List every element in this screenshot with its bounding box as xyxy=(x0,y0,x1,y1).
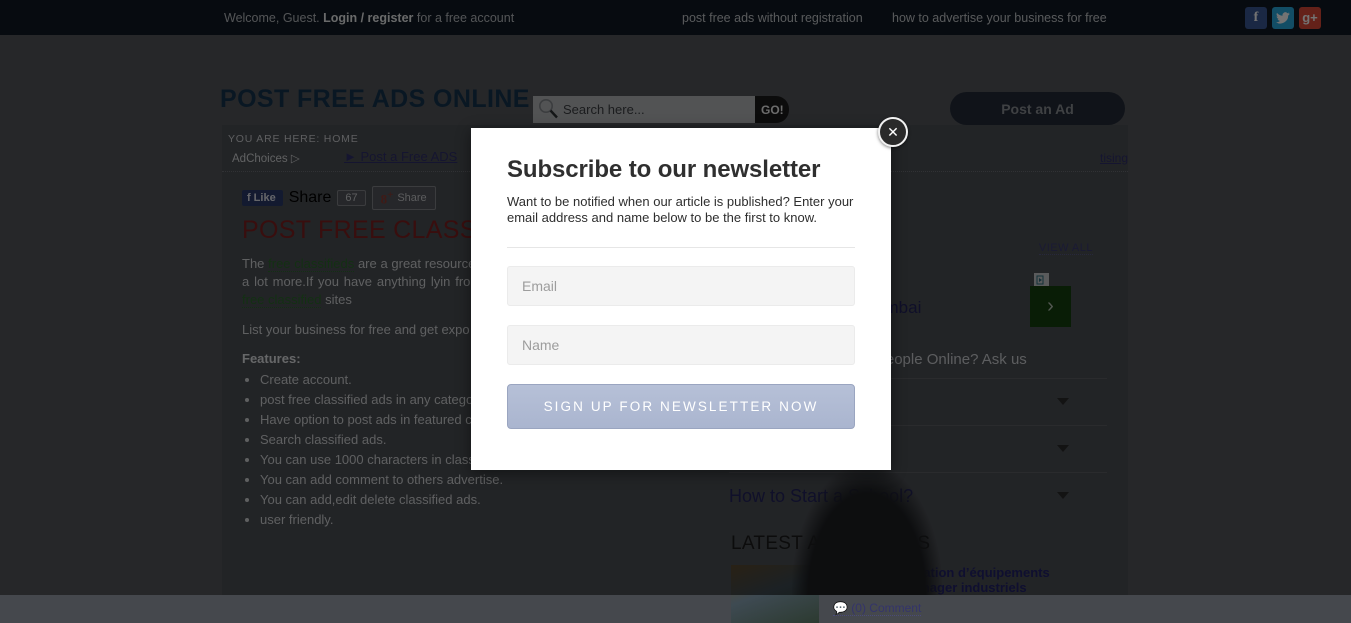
newsletter-heading: Subscribe to our newsletter xyxy=(507,156,821,183)
newsletter-modal-body: Subscribe to our newsletter Want to be n… xyxy=(471,128,891,429)
page-root: Welcome, Guest. Login / register for a f… xyxy=(0,0,1351,623)
email-field[interactable] xyxy=(507,266,855,306)
newsletter-modal: Subscribe to our newsletter Want to be n… xyxy=(471,128,891,470)
divider xyxy=(507,247,855,248)
newsletter-description: Want to be notified when our article is … xyxy=(507,194,854,225)
newsletter-signup-button[interactable]: SIGN UP FOR NEWSLETTER NOW xyxy=(507,384,855,429)
comment-icon: 💬 xyxy=(833,601,848,615)
advert-comment-count[interactable]: 💬 (0) Comment xyxy=(833,601,922,616)
advert-comment-label: (0) Comment xyxy=(851,601,922,615)
name-field[interactable] xyxy=(507,325,855,365)
close-icon[interactable]: ✕ xyxy=(878,117,908,147)
